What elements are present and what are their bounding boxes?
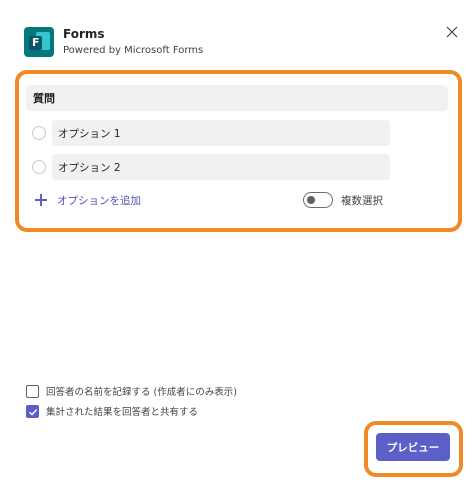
add-option-button[interactable]: オプションを追加 — [35, 191, 141, 209]
share-results-option: 集計された結果を回答者と共有する — [26, 403, 198, 419]
checkmark-icon — [29, 408, 38, 416]
multiple-select-toggle[interactable] — [303, 192, 333, 208]
add-option-label: オプションを追加 — [57, 194, 141, 207]
record-names-option: 回答者の名前を記録する (作成者にのみ表示) — [26, 383, 237, 399]
share-results-label: 集計された結果を回答者と共有する — [46, 407, 199, 418]
question-title-field[interactable]: 質問 — [26, 85, 448, 111]
app-subtitle: Powered by Microsoft Forms — [63, 44, 204, 56]
toggle-knob — [307, 196, 315, 204]
close-button[interactable] — [444, 24, 460, 40]
option-input[interactable]: オプション 1 — [52, 120, 390, 146]
close-icon — [446, 26, 458, 38]
logo-letter: F — [32, 36, 40, 49]
app-info: Forms Powered by Microsoft Forms — [63, 27, 203, 58]
multiple-select-control: 複数選択 — [303, 191, 383, 209]
app-title: Forms — [63, 26, 105, 41]
app-header: F Forms Powered by Microsoft Forms — [24, 26, 203, 58]
plus-icon — [35, 194, 47, 206]
question-label: 質問 — [33, 92, 55, 105]
preview-button[interactable]: プレビュー — [376, 433, 450, 461]
option-row: オプション 2 — [32, 154, 390, 180]
record-names-checkbox[interactable] — [26, 384, 39, 398]
record-names-label: 回答者の名前を記録する (作成者にのみ表示) — [46, 387, 237, 398]
option-row: オプション 1 — [32, 120, 390, 146]
option-radio[interactable] — [32, 126, 46, 140]
share-results-checkbox[interactable] — [26, 404, 39, 418]
option-input[interactable]: オプション 2 — [52, 154, 390, 180]
multiple-select-label: 複数選択 — [341, 194, 383, 207]
microsoft-forms-icon: F — [24, 27, 54, 57]
option-radio[interactable] — [32, 160, 46, 174]
